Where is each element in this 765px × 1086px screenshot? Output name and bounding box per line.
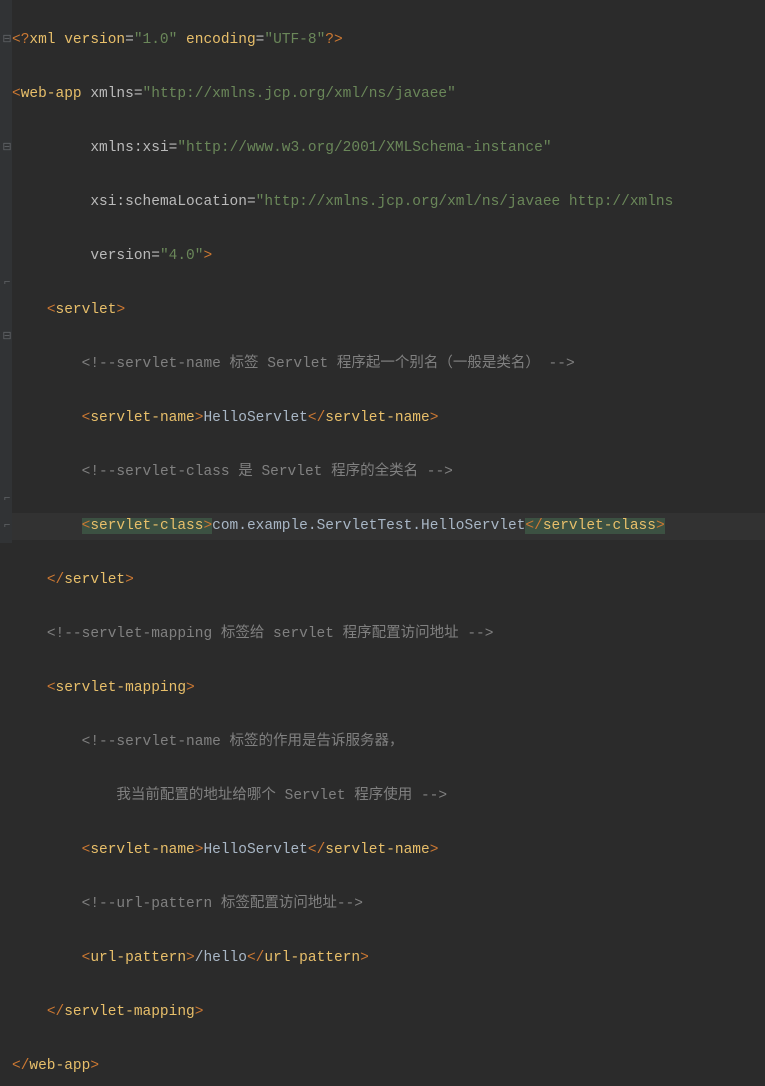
attr-xmlns-xsi: xmlns:xsi <box>90 140 168 156</box>
encoding-attr: encoding <box>177 32 255 48</box>
tag-open: < <box>12 86 21 102</box>
comment: <!--servlet-name 标签的作用是告诉服务器， <box>82 734 404 750</box>
tag-servlet: servlet <box>56 302 117 318</box>
code-line[interactable]: </web-app> <box>12 1053 765 1080</box>
xml-decl-close: ?> <box>325 32 342 48</box>
attr-xmlns: xmlns <box>90 86 134 102</box>
url-pattern-text: /hello <box>195 950 247 966</box>
version-value: "1.0" <box>134 32 178 48</box>
code-editor[interactable]: <?xml version="1.0" encoding="UTF-8"?> <… <box>12 0 765 1086</box>
tag-servlet-name: servlet-name <box>90 410 194 426</box>
xml-decl-open: <? <box>12 32 29 48</box>
code-line[interactable]: <!--url-pattern 标签配置访问地址--> <box>12 891 765 918</box>
attr-version: version <box>90 248 151 264</box>
xmlns-value: "http://xmlns.jcp.org/xml/ns/javaee" <box>143 86 456 102</box>
code-line[interactable]: <servlet-mapping> <box>12 675 765 702</box>
attr-schema-location: xsi:schemaLocation <box>90 194 247 210</box>
code-line[interactable]: 我当前配置的地址给哪个 Servlet 程序使用 --> <box>12 783 765 810</box>
tag-servlet-close: servlet <box>64 572 125 588</box>
encoding-value: "UTF-8" <box>264 32 325 48</box>
xsi-value: "http://www.w3.org/2001/XMLSchema-instan… <box>177 140 551 156</box>
servlet-name-text: HelloServlet <box>203 410 307 426</box>
tag-servlet-mapping: servlet-mapping <box>56 680 187 696</box>
fold-end-icon[interactable]: ⌐ <box>2 513 12 540</box>
tag-url-pattern-close: url-pattern <box>264 950 360 966</box>
gutter: ⊟ ⊟ ⊟ ⌐ ⌐ ⌐ <box>0 0 12 543</box>
tag-url-pattern: url-pattern <box>90 950 186 966</box>
code-line[interactable]: <!--servlet-name 标签 Servlet 程序起一个别名（一般是类… <box>12 351 765 378</box>
fold-icon[interactable]: ⊟ <box>2 135 12 162</box>
code-line[interactable]: </servlet> <box>12 567 765 594</box>
code-line[interactable]: <?xml version="1.0" encoding="UTF-8"?> <box>12 27 765 54</box>
fold-end-icon[interactable]: ⌐ <box>2 270 12 297</box>
code-line[interactable]: <url-pattern>/hello</url-pattern> <box>12 945 765 972</box>
tag-servlet-name-close: servlet-name <box>325 842 429 858</box>
code-line[interactable]: <!--servlet-name 标签的作用是告诉服务器， <box>12 729 765 756</box>
xml-decl-name: xml version <box>29 32 125 48</box>
servlet-name-text: HelloServlet <box>203 842 307 858</box>
code-line-highlighted[interactable]: <servlet-class>com.example.ServletTest.H… <box>12 513 765 540</box>
code-line[interactable]: <web-app xmlns="http://xmlns.jcp.org/xml… <box>12 81 765 108</box>
code-line[interactable]: <servlet-name>HelloServlet</servlet-name… <box>12 837 765 864</box>
code-line[interactable]: xmlns:xsi="http://www.w3.org/2001/XMLSch… <box>12 135 765 162</box>
comment: <!--servlet-class 是 Servlet 程序的全类名 --> <box>82 464 453 480</box>
comment: 我当前配置的地址给哪个 Servlet 程序使用 --> <box>82 788 447 804</box>
tag-servlet-name-close: servlet-name <box>325 410 429 426</box>
tag-servlet-class: servlet-class <box>90 518 203 534</box>
tag-close: > <box>203 248 212 264</box>
comment: <!--servlet-mapping 标签给 servlet 程序配置访问地址… <box>47 626 494 642</box>
tag-servlet-name: servlet-name <box>90 842 194 858</box>
code-line[interactable]: </servlet-mapping> <box>12 999 765 1026</box>
code-line[interactable]: <servlet> <box>12 297 765 324</box>
code-line[interactable]: <!--servlet-class 是 Servlet 程序的全类名 --> <box>12 459 765 486</box>
code-line[interactable]: <!--servlet-mapping 标签给 servlet 程序配置访问地址… <box>12 621 765 648</box>
comment: <!--url-pattern 标签配置访问地址--> <box>82 896 363 912</box>
tag-web-app: web-app <box>21 86 91 102</box>
eq: = <box>125 32 134 48</box>
comment: <!--servlet-name 标签 Servlet 程序起一个别名（一般是类… <box>82 356 575 372</box>
code-line[interactable]: <servlet-name>HelloServlet</servlet-name… <box>12 405 765 432</box>
code-line[interactable]: xsi:schemaLocation="http://xmlns.jcp.org… <box>12 189 765 216</box>
servlet-class-text: com.example.ServletTest.HelloServlet <box>212 518 525 534</box>
code-line[interactable]: version="4.0"> <box>12 243 765 270</box>
version-value: "4.0" <box>160 248 204 264</box>
tag-web-app-close: web-app <box>29 1058 90 1074</box>
fold-icon[interactable]: ⊟ <box>2 27 12 54</box>
schema-location-value: "http://xmlns.jcp.org/xml/ns/javaee http… <box>256 194 674 210</box>
fold-end-icon[interactable]: ⌐ <box>2 486 12 513</box>
fold-icon[interactable]: ⊟ <box>2 324 12 351</box>
tag-servlet-mapping-close: servlet-mapping <box>64 1004 195 1020</box>
tag-servlet-class-close: servlet-class <box>543 518 656 534</box>
